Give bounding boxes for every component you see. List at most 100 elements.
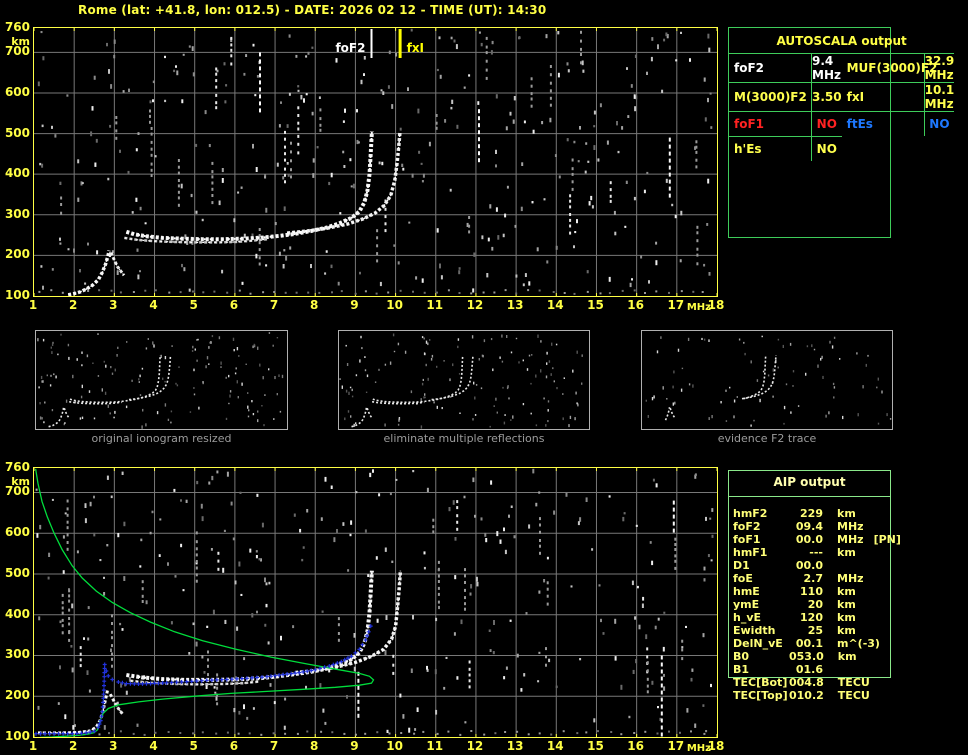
noise-dot (492, 368, 494, 372)
noise-streak (437, 567, 440, 571)
noise-dot (145, 347, 148, 350)
noise-dot (138, 378, 140, 381)
noise-streak (384, 222, 387, 226)
noise-dot (265, 207, 268, 213)
noise-dot (439, 74, 442, 79)
noise-streak (569, 213, 572, 216)
noise-dot (224, 100, 227, 104)
noise-dot (651, 560, 654, 566)
y-tick-label: 400 (4, 166, 30, 181)
noise-dot (103, 592, 106, 596)
noise-dot (472, 418, 474, 421)
aip-row-label: hmE (733, 585, 760, 598)
aip-row-value: 110 (800, 585, 823, 598)
noise-dot (54, 134, 57, 138)
x-tick-label: 2 (68, 739, 78, 753)
noise-dot (762, 370, 765, 373)
noise-dot (268, 368, 270, 371)
noise-streak (150, 140, 153, 144)
baseline-noise (376, 731, 379, 734)
noise-dot (584, 170, 587, 174)
noise-dot (203, 671, 206, 674)
noise-dot (709, 92, 712, 95)
noise-dot (247, 392, 249, 394)
noise-streak (319, 108, 322, 112)
noise-dot (473, 381, 475, 385)
aip-row-unit: km (837, 546, 856, 559)
noise-streak (79, 646, 82, 650)
noise-dot (195, 210, 198, 214)
noise-dot (426, 665, 428, 670)
baseline-noise (504, 731, 507, 733)
noise-dot (320, 517, 323, 521)
noise-streak (376, 244, 379, 248)
noise-streak (437, 580, 440, 583)
noise-dot (79, 417, 82, 420)
noise-streak (61, 593, 64, 597)
noise-dot (196, 480, 199, 485)
noise-dot (839, 358, 841, 360)
noise-streak (696, 231, 699, 235)
noise-dot (703, 338, 706, 341)
noise-dot (251, 400, 253, 403)
noise-streak (149, 120, 151, 124)
noise-streak (211, 194, 214, 197)
noise-streak (177, 171, 180, 175)
noise-dot (109, 412, 111, 415)
noise-dot (495, 164, 497, 168)
noise-dot (215, 696, 218, 701)
aip-row-value: 25 (807, 624, 823, 637)
x-tick-label: 15 (587, 298, 604, 312)
autoscala-row-M(3000)F2: M(3000)F2 3.50 (729, 82, 842, 111)
interference-streak (357, 699, 360, 704)
noise-dot (384, 650, 387, 655)
noise-dot (436, 68, 439, 72)
noise-dot (264, 577, 266, 583)
noise-dot (831, 345, 834, 349)
baseline-noise (447, 730, 450, 733)
noise-dot (211, 475, 214, 481)
noise-dot (127, 170, 130, 174)
noise-streak (539, 544, 541, 548)
noise-dot (42, 56, 45, 61)
noise-streak (485, 36, 488, 40)
noise-dot (444, 119, 447, 123)
noise-dot (424, 393, 426, 396)
noise-dot (606, 140, 609, 145)
interference-streak (660, 676, 663, 681)
noise-streak (580, 30, 582, 34)
noise-dot (57, 353, 59, 356)
noise-dot (233, 349, 235, 352)
noise-dot (319, 683, 322, 688)
aip-row-value: 010.2 (789, 689, 824, 702)
noise-dot (173, 488, 176, 492)
noise-streak (177, 165, 180, 169)
noise-streak (437, 592, 440, 596)
noise-dot (178, 366, 180, 368)
noise-streak (468, 679, 471, 683)
autoscala-output-table: AUTOSCALA output foF2 9.4 MHz MUF(3000)F2 3… (728, 27, 955, 238)
noise-streak (215, 79, 218, 83)
aip-row-hmF1: hmF1 --- km (733, 546, 908, 559)
noise-dot (228, 402, 230, 405)
noise-dot (756, 379, 759, 382)
noise-dot (634, 54, 637, 58)
aip-table-title: AIP output (773, 475, 846, 489)
noise-streak (195, 573, 198, 577)
noise-dot (657, 706, 659, 709)
noise-dot (566, 138, 569, 142)
noise-streak (149, 114, 151, 118)
noise-dot (281, 374, 284, 379)
noise-dot (743, 341, 745, 344)
x-tick-label: 8 (310, 298, 319, 312)
baseline-noise (331, 291, 333, 294)
noise-dot (711, 415, 713, 419)
noise-streak (549, 65, 552, 68)
noise-dot (520, 206, 523, 212)
baseline-noise (119, 291, 122, 294)
interference-streak (660, 704, 663, 709)
y-tick-label: 300 (4, 647, 30, 662)
noise-dot (265, 603, 268, 608)
noise-dot (591, 205, 594, 209)
noise-dot (79, 269, 81, 273)
